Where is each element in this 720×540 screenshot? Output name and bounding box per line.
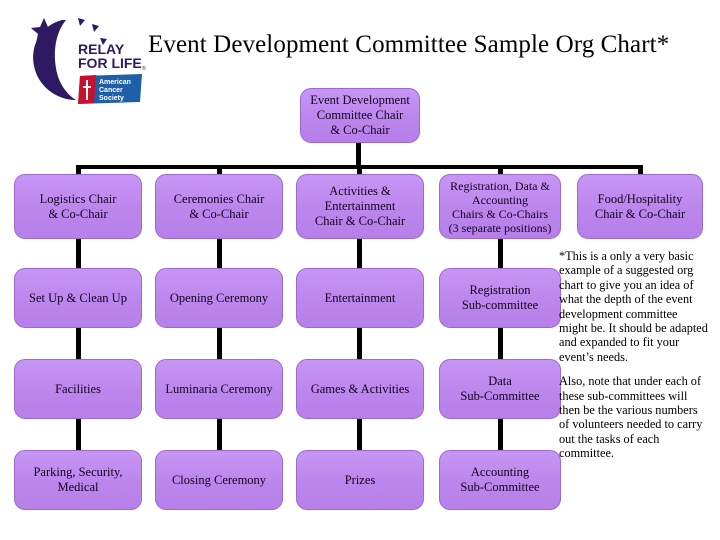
connector-c1-r2-r3 — [76, 327, 81, 360]
node-label: Prizes — [344, 472, 376, 487]
node-root[interactable]: Event Development Committee Chair & Co-Cha… — [300, 88, 420, 143]
node-food-hospitality-chair[interactable]: Food/Hospitality Chair & Co-Chair — [577, 174, 703, 239]
node-root-label: Event Development Committee Chair & Co-Cha… — [310, 93, 410, 137]
explanatory-notes: *This is a only a very basic example of … — [559, 249, 709, 461]
node-prizes[interactable]: Prizes — [296, 450, 424, 510]
connector-c1-r1-r2 — [76, 238, 81, 269]
node-label: Food/Hospitality Chair & Co-Chair — [594, 191, 686, 221]
node-parking-security-medical[interactable]: Parking, Security, Medical — [14, 450, 142, 510]
relay-for-life-logo: RELAY FOR LIFE ® American Cancer Society — [22, 12, 150, 104]
connector-c2-r1-r2 — [217, 238, 222, 269]
connector-c3-r3-r4 — [357, 418, 362, 451]
american-cancer-society-badge: American Cancer Society — [78, 74, 142, 104]
triangle-icon-2 — [92, 24, 99, 32]
acs-line2: Cancer — [99, 87, 123, 94]
node-registration-sub-committee[interactable]: Registration Sub-committee — [439, 268, 561, 328]
node-label: Logistics Chair & Co-Chair — [39, 191, 117, 221]
node-label: Facilities — [55, 381, 101, 396]
node-entertainment[interactable]: Entertainment — [296, 268, 424, 328]
node-registration-data-accounting-chairs[interactable]: Registration, Data & Accounting Chairs & C… — [439, 174, 561, 239]
node-opening-ceremony[interactable]: Opening Ceremony — [155, 268, 283, 328]
connector-c3-r1-r2 — [357, 238, 362, 269]
registered-mark-icon: ® — [142, 65, 146, 72]
node-set-up-clean-up[interactable]: Set Up & Clean Up — [14, 268, 142, 328]
node-luminaria-ceremony[interactable]: Luminaria Ceremony — [155, 359, 283, 419]
page-title: Event Development Committee Sample Org C… — [148, 31, 670, 58]
node-activities-entertainment-chair[interactable]: Activities & Entertainment Chair & Co-Chai… — [296, 174, 424, 239]
node-label: Ceremonies Chair & Co-Chair — [173, 191, 265, 221]
connector-c4-r2-r3 — [498, 327, 503, 360]
connector-c3-r2-r3 — [357, 327, 362, 360]
node-label: Closing Ceremony — [171, 472, 267, 487]
node-data-sub-committee[interactable]: Data Sub-Committee — [439, 359, 561, 419]
connector-c2-r3-r4 — [217, 418, 222, 451]
node-accounting-sub-committee[interactable]: Accounting Sub-Committee — [439, 450, 561, 510]
connector-c4-r3-r4 — [498, 418, 503, 451]
node-label: Opening Ceremony — [169, 290, 269, 305]
node-label: Luminaria Ceremony — [165, 381, 273, 396]
node-label: Entertainment — [324, 290, 396, 305]
connector-c2-r2-r3 — [217, 327, 222, 360]
node-label: Registration, Data & Accounting Chairs & C… — [448, 178, 552, 235]
node-games-activities[interactable]: Games & Activities — [296, 359, 424, 419]
triangle-icon-1 — [78, 18, 85, 26]
node-label: Activities & Entertainment Chair & Co-Chai… — [314, 184, 406, 228]
node-label: Parking, Security, Medical — [33, 465, 123, 494]
node-label: Games & Activities — [310, 381, 410, 396]
node-label: Set Up & Clean Up — [29, 290, 127, 305]
note-paragraph-2: Also, note that under each of these sub-… — [559, 374, 703, 461]
node-label: Accounting Sub-Committee — [460, 465, 540, 494]
slide-canvas: RELAY FOR LIFE ® American Cancer Society… — [0, 0, 720, 540]
connector-root-stem — [356, 143, 361, 167]
node-closing-ceremony[interactable]: Closing Ceremony — [155, 450, 283, 510]
acs-line1: American — [99, 79, 131, 86]
node-logistics-chair[interactable]: Logistics Chair & Co-Chair — [14, 174, 142, 239]
connector-c4-r1-r2 — [498, 238, 503, 269]
node-facilities[interactable]: Facilities — [14, 359, 142, 419]
logo-forlife-text: FOR LIFE — [78, 55, 142, 71]
node-ceremonies-chair[interactable]: Ceremonies Chair & Co-Chair — [155, 174, 283, 239]
connector-c1-r3-r4 — [76, 418, 81, 451]
acs-line3: Society — [99, 95, 124, 102]
note-paragraph-1: *This is a only a very basic example of … — [559, 249, 708, 364]
node-label: Registration Sub-committee — [461, 283, 539, 312]
node-label: Data Sub-Committee — [460, 374, 540, 403]
